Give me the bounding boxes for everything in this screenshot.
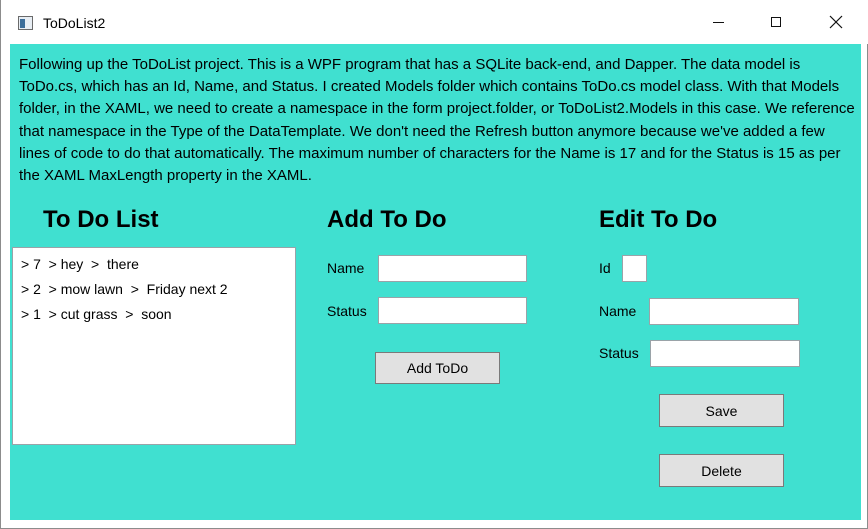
add-todo-heading: Add To Do	[327, 206, 447, 233]
description-text: Following up the ToDoList project. This …	[19, 56, 855, 185]
edit-status-label: Status	[599, 345, 639, 361]
add-name-label: Name	[327, 260, 365, 276]
minimize-button[interactable]	[689, 0, 747, 44]
edit-status-input[interactable]	[650, 340, 800, 367]
add-name-input[interactable]	[378, 255, 527, 282]
close-icon	[829, 15, 843, 29]
list-item[interactable]: > 7 > hey > there	[13, 252, 295, 277]
maximize-button[interactable]	[747, 0, 805, 44]
delete-button[interactable]: Delete	[659, 454, 784, 487]
app-icon	[18, 16, 33, 30]
client-area: Following up the ToDoList project. This …	[10, 44, 861, 520]
list-item[interactable]: > 2 > mow lawn > Friday next 2	[13, 277, 295, 302]
minimize-icon	[712, 21, 724, 23]
save-button[interactable]: Save	[659, 394, 784, 427]
edit-id-input[interactable]	[622, 255, 647, 282]
edit-todo-heading: Edit To Do	[599, 206, 718, 233]
todo-list-heading: To Do List	[43, 206, 159, 233]
app-window: ToDoList2 Following up the ToDoList proj…	[0, 0, 868, 529]
close-button[interactable]	[807, 0, 865, 44]
todo-listbox[interactable]: > 7 > hey > there > 2 > mow lawn > Frida…	[12, 247, 296, 445]
add-status-label: Status	[327, 303, 367, 319]
title-bar[interactable]: ToDoList2	[1, 0, 868, 44]
edit-name-input[interactable]	[649, 298, 799, 325]
edit-id-label: Id	[599, 260, 611, 276]
add-todo-button[interactable]: Add ToDo	[375, 352, 500, 384]
window-title: ToDoList2	[43, 15, 106, 31]
add-status-input[interactable]	[378, 297, 527, 324]
list-item[interactable]: > 1 > cut grass > soon	[13, 302, 295, 327]
edit-name-label: Name	[599, 303, 637, 319]
maximize-icon	[771, 17, 781, 27]
